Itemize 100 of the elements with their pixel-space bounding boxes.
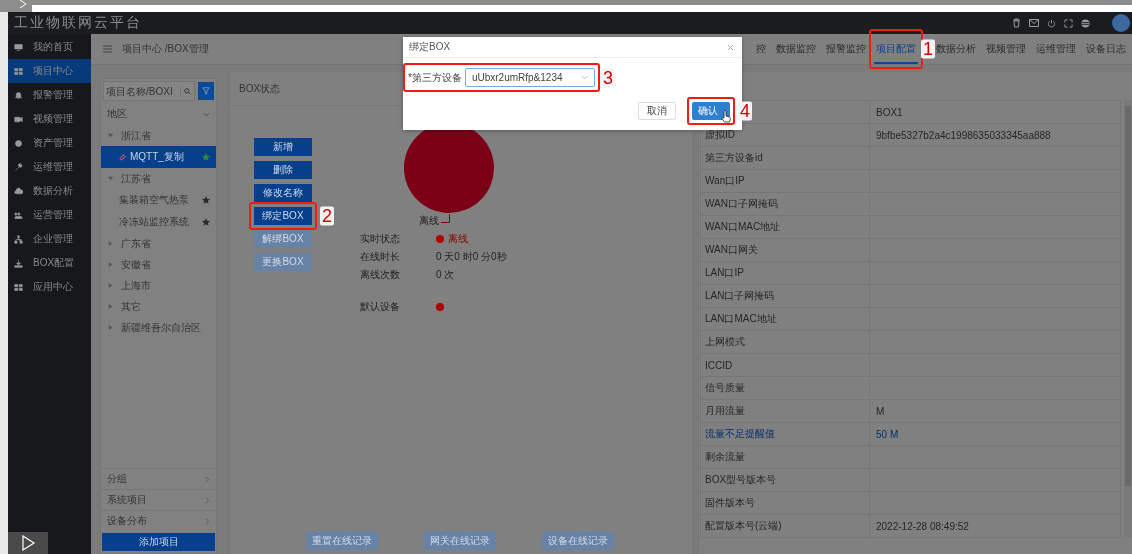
caret-right-icon — [108, 241, 113, 246]
table-cell: BOX型号版本号 — [705, 473, 777, 487]
status-label: 离线次数 — [360, 268, 401, 282]
tab[interactable]: 数据分析 — [934, 34, 978, 64]
table-cell: 第三方设备id — [705, 151, 763, 165]
table-cell: LAN口MAC地址 — [705, 312, 777, 326]
app-title: 工业物联网云平台 — [13, 14, 142, 32]
status-label: 在线时长 — [360, 250, 401, 264]
tab[interactable]: 控 — [754, 34, 768, 64]
star-icon[interactable] — [202, 153, 210, 161]
people-icon — [14, 210, 23, 220]
star-icon[interactable] — [202, 218, 210, 226]
sidebar-item[interactable]: 企业管理 — [8, 227, 91, 251]
fullscreen-icon[interactable] — [1064, 18, 1073, 28]
caret-right-icon — [108, 304, 113, 309]
table-cell: 流量不足提醒值 — [705, 427, 775, 441]
avatar[interactable] — [1112, 14, 1130, 32]
chevron-down-icon — [203, 111, 210, 117]
sidebar-item[interactable]: 运营管理 — [8, 203, 91, 227]
cloud-icon — [14, 186, 23, 196]
tree-node[interactable]: 新疆维吾尔自治区 — [101, 317, 216, 338]
table-cell: 剩余流量 — [705, 450, 745, 464]
status-value: 离线 — [448, 232, 468, 246]
tree-item[interactable]: 集装箱空气热泵 — [101, 189, 216, 211]
caret-down-icon — [108, 176, 113, 181]
tree-node[interactable]: 其它 — [101, 296, 216, 317]
tab[interactable]: 数据监控 — [774, 34, 818, 64]
annotation-number: 2 — [320, 206, 334, 226]
star-icon[interactable] — [202, 196, 210, 204]
table-cell: Wan口IP — [705, 174, 745, 188]
grid-icon — [14, 66, 23, 76]
table-cell: 50 M — [876, 428, 899, 440]
table-cell: WAN口子网掩码 — [705, 197, 778, 211]
monitor-icon — [14, 42, 23, 52]
menu-link[interactable]: 系统项目 — [101, 489, 216, 510]
confirm-button[interactable]: 确认 — [692, 102, 730, 120]
filter-button[interactable] — [198, 82, 214, 100]
menu-link[interactable]: 设备分布 — [101, 510, 216, 531]
sidebar-item[interactable]: 报警管理 — [8, 83, 91, 107]
tab[interactable]: 项目配置 — [874, 34, 918, 64]
sidebar-item[interactable]: 我的首页 — [8, 35, 91, 59]
annotation-number: 3 — [600, 68, 615, 87]
sidebar-item[interactable]: 视频管理 — [8, 107, 91, 131]
caret-right-icon — [108, 325, 113, 330]
tree-node[interactable]: 安徽省 — [101, 254, 216, 275]
action-button[interactable]: 绑定BOX — [254, 207, 312, 225]
table-cell: LAN口子网掩码 — [705, 289, 775, 303]
search-field[interactable]: 项目名称/BOXI — [103, 81, 195, 101]
sidebar-item[interactable]: 资产管理 — [8, 131, 91, 155]
status-value: 0 次 — [436, 268, 455, 282]
annotation-number: 4 — [738, 101, 752, 121]
chevron-right-icon — [205, 517, 210, 525]
caret-right-icon — [108, 262, 113, 267]
action-button[interactable]: 新增 — [254, 138, 312, 156]
action-button[interactable]: 删除 — [254, 161, 312, 179]
table-cell: M — [876, 405, 885, 417]
close-icon[interactable] — [727, 43, 734, 51]
chevron-right-icon — [205, 475, 210, 483]
tab[interactable]: 报警监控 — [824, 34, 868, 64]
tree-node[interactable]: 江苏省 — [101, 168, 216, 189]
caret-down-icon — [108, 133, 113, 138]
table-cell: 固件版本号 — [705, 496, 755, 510]
status-value: 0 天0 时0 分0秒 — [436, 250, 507, 264]
region-dropdown[interactable]: 地区 — [101, 103, 216, 125]
mail-icon[interactable] — [1029, 19, 1039, 27]
chart-label: 离线 — [419, 214, 439, 228]
caret-right-icon — [108, 283, 113, 288]
table-cell: WAN口网关 — [705, 243, 758, 257]
table-cell: 9bfbe5327b2a4c1998635033345aa888 — [876, 129, 1051, 141]
sidebar-item[interactable]: BOX配置 — [8, 251, 91, 275]
filter-icon — [202, 87, 210, 95]
power-icon[interactable] — [1047, 18, 1056, 28]
trash-icon[interactable] — [1012, 18, 1021, 28]
play-button[interactable] — [8, 532, 48, 554]
tab[interactable]: 设备日志 — [1084, 34, 1128, 64]
table-cell: ICCID — [705, 359, 733, 371]
video-camera-icon — [14, 114, 23, 124]
sidebar-item[interactable]: 运维管理 — [8, 155, 91, 179]
sidebar-item[interactable]: 项目中心 — [8, 59, 91, 83]
action-button[interactable]: 修改名称 — [254, 184, 312, 202]
tab[interactable]: 视频管理 — [984, 34, 1028, 64]
tree-item[interactable]: MQTT_复制 — [101, 146, 216, 168]
sidebar-item[interactable]: 应用中心 — [8, 275, 91, 299]
menu-link[interactable]: 分组 — [101, 468, 216, 489]
device-select[interactable]: uUbxr2umRfp&1234 — [464, 68, 595, 87]
breadcrumb: 项目中心 /BOX管理 — [122, 42, 209, 56]
hand-cursor-icon — [721, 110, 731, 123]
table-cell: 配置版本号(云端) — [705, 519, 782, 533]
tree-item[interactable]: 冷冻站监控系统 — [101, 211, 216, 233]
table-cell: 信号质量 — [705, 381, 745, 395]
sidebar-item[interactable]: 数据分析 — [8, 179, 91, 203]
wrench-icon — [14, 162, 23, 172]
tab[interactable]: 运维管理 — [1034, 34, 1078, 64]
org-chart-icon — [14, 234, 23, 244]
globe-icon[interactable] — [1081, 18, 1090, 28]
cancel-button[interactable]: 取消 — [638, 102, 676, 120]
add-project-button[interactable]: 添加项目 — [102, 533, 215, 551]
tree-node[interactable]: 广东省 — [101, 233, 216, 254]
tree-node[interactable]: 浙江省 — [101, 125, 216, 146]
chevron-right-icon — [205, 496, 210, 504]
